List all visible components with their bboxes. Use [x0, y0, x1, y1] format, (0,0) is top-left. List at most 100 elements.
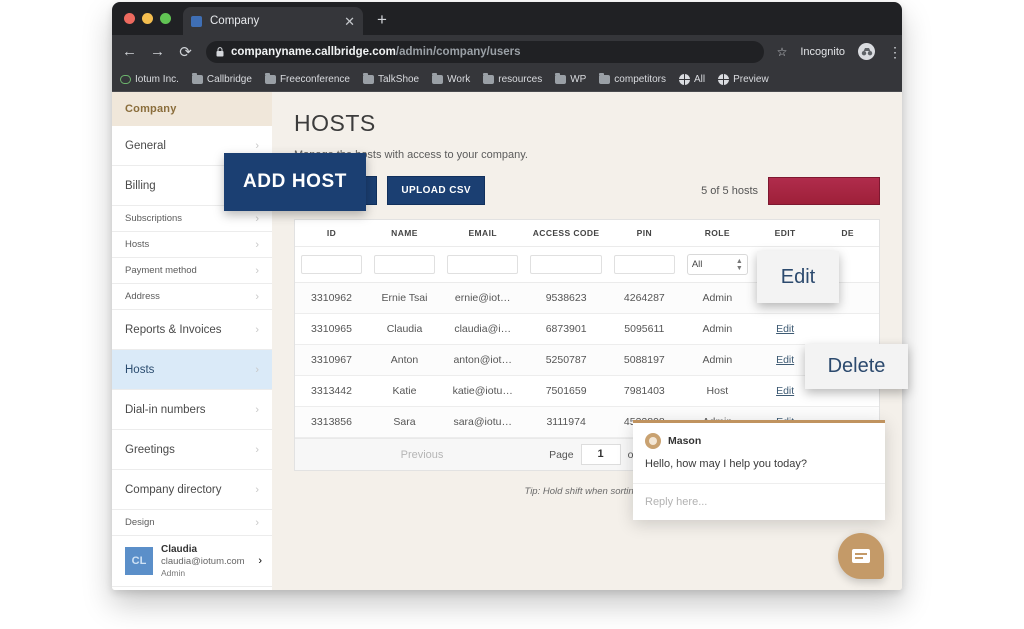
chevron-right-icon: ›	[255, 483, 259, 496]
user-email: claudia@iotum.com	[161, 556, 245, 567]
column-header-delete[interactable]: DE	[816, 220, 879, 247]
maximize-window-button[interactable]	[160, 13, 171, 24]
bookmark-item[interactable]: Freeconference	[264, 73, 350, 85]
address-bar[interactable]: companyname.callbridge.com/admin/company…	[206, 40, 764, 63]
table-row[interactable]: 3310967 Anton anton@iot… 5250787 5088197…	[295, 344, 879, 376]
forward-icon[interactable]: →	[150, 43, 165, 60]
incognito-icon[interactable]	[858, 43, 875, 60]
filter-input-access-code[interactable]	[530, 255, 602, 274]
bookmark-item[interactable]: TalkShoe	[362, 73, 419, 85]
sidebar-item-label: Hosts	[125, 239, 150, 250]
sidebar-item-payment-method[interactable]: Payment method ›	[112, 258, 272, 284]
filter-input-id[interactable]	[301, 255, 362, 274]
bookmark-label: Preview	[733, 74, 769, 85]
table-row[interactable]: 3310965 Claudia claudia@i… 6873901 50956…	[295, 313, 879, 345]
globe-icon	[718, 74, 730, 85]
sidebar-item-hosts-sub[interactable]: Hosts ›	[112, 232, 272, 258]
previous-page-button[interactable]: Previous	[295, 449, 549, 461]
cell-name: Sara	[368, 406, 441, 438]
chat-bubble-icon	[852, 549, 870, 563]
minimize-window-button[interactable]	[142, 13, 153, 24]
sidebar-item-label: Billing	[125, 179, 156, 192]
cell-email: sara@iotu…	[441, 406, 525, 438]
browser-tab[interactable]: Company ✕	[183, 7, 363, 35]
edit-link[interactable]: Edit	[776, 323, 794, 335]
bookmark-item[interactable]: Iotum Inc.	[120, 74, 179, 85]
folder-icon	[432, 73, 444, 84]
reload-icon[interactable]: ⟳	[178, 43, 193, 61]
user-role: Admin	[161, 568, 186, 579]
bookmark-item[interactable]: Preview	[718, 74, 769, 85]
close-window-button[interactable]	[124, 13, 135, 24]
sidebar-user-card[interactable]: CL Claudia claudia@iotum.com Admin ›	[112, 536, 272, 588]
filter-cell-pin	[607, 246, 681, 283]
folder-icon	[599, 73, 611, 84]
sidebar-item-dial-in-numbers[interactable]: Dial-in numbers ›	[112, 390, 272, 430]
callout-edit: Edit	[757, 251, 839, 303]
filter-input-pin[interactable]	[613, 255, 675, 274]
table-body: 3310962 Ernie Tsai ernie@iot… 9538623 42…	[295, 282, 879, 438]
bookmark-item[interactable]: resources	[483, 73, 542, 85]
column-header-role[interactable]: ROLE	[680, 220, 754, 247]
sidebar-item-label: Greetings	[125, 443, 175, 456]
new-tab-button[interactable]: +	[377, 10, 387, 30]
lock-icon	[216, 46, 224, 56]
chat-launcher-button[interactable]	[838, 533, 884, 579]
site-favicon	[191, 15, 202, 27]
cell-pin: 7981403	[607, 375, 681, 407]
chat-agent-name: Mason	[668, 435, 702, 447]
bookmark-item[interactable]: Callbridge	[191, 73, 252, 85]
filter-select-role-value: All	[691, 259, 703, 270]
filter-select-role[interactable]: All ▲ ▼	[686, 254, 748, 275]
edit-link[interactable]: Edit	[776, 354, 794, 366]
filter-cell-access-code	[524, 246, 608, 283]
cell-name: Katie	[368, 375, 441, 407]
host-count-label: 5 of 5 hosts	[701, 184, 758, 197]
sidebar-item-label: General	[125, 139, 166, 152]
column-header-pin[interactable]: PIN	[607, 220, 681, 247]
filter-cell-role: All ▲ ▼	[680, 246, 754, 283]
chat-message: Mason Hello, how may I help you today?	[633, 423, 885, 483]
column-header-name[interactable]: NAME	[368, 220, 441, 247]
upload-csv-button[interactable]: UPLOAD CSV	[387, 176, 485, 205]
filter-input-name[interactable]	[374, 255, 435, 274]
sidebar-item-address[interactable]: Address ›	[112, 284, 272, 310]
avatar: CL	[125, 547, 153, 576]
close-icon[interactable]: ✕	[344, 15, 355, 28]
bookmark-label: WP	[570, 74, 587, 85]
column-header-edit[interactable]: EDIT	[753, 220, 817, 247]
cell-id: 3310967	[295, 344, 368, 376]
sidebar-item-design[interactable]: Design ›	[112, 510, 272, 536]
page-title: HOSTS	[294, 110, 376, 136]
bookmark-label: Freeconference	[279, 74, 350, 85]
bookmark-item[interactable]: competitors	[599, 73, 666, 85]
sidebar-item-company-directory[interactable]: Company directory ›	[112, 470, 272, 510]
filter-input-email[interactable]	[447, 255, 519, 274]
callout-delete: Delete	[805, 344, 908, 389]
chevron-right-icon: ›	[255, 443, 259, 456]
chat-reply-input[interactable]: Reply here...	[633, 483, 885, 520]
bookmark-item[interactable]: Work	[432, 73, 471, 85]
back-icon[interactable]: ←	[122, 43, 137, 60]
cell-role: Admin	[680, 282, 754, 314]
table-row[interactable]: 3313442 Katie katie@iotu… 7501659 798140…	[295, 375, 879, 407]
page-number-input[interactable]: 1	[580, 444, 621, 465]
url-domain: companyname.callbridge.com	[231, 45, 396, 58]
edit-link[interactable]: Edit	[776, 385, 794, 397]
chevron-right-icon: ›	[255, 139, 259, 152]
folder-icon	[191, 73, 203, 84]
chevron-right-icon: ›	[255, 212, 259, 225]
sidebar-item-hosts[interactable]: Hosts ›	[112, 350, 272, 390]
column-header-id[interactable]: ID	[295, 220, 368, 247]
folder-icon	[483, 73, 495, 84]
browser-menu-icon[interactable]: ⋮	[888, 45, 902, 59]
sidebar-item-label: Address	[125, 291, 160, 302]
bookmark-item[interactable]: All	[678, 74, 705, 85]
bookmark-item[interactable]: WP	[555, 73, 587, 85]
column-header-email[interactable]: EMAIL	[441, 220, 525, 247]
bookmark-star-icon[interactable]: ☆	[777, 45, 788, 59]
sidebar-item-reports-invoices[interactable]: Reports & Invoices ›	[112, 310, 272, 350]
bookmark-label: Work	[447, 74, 471, 85]
column-header-access-code[interactable]: ACCESS CODE	[524, 220, 608, 247]
sidebar-item-greetings[interactable]: Greetings ›	[112, 430, 272, 470]
